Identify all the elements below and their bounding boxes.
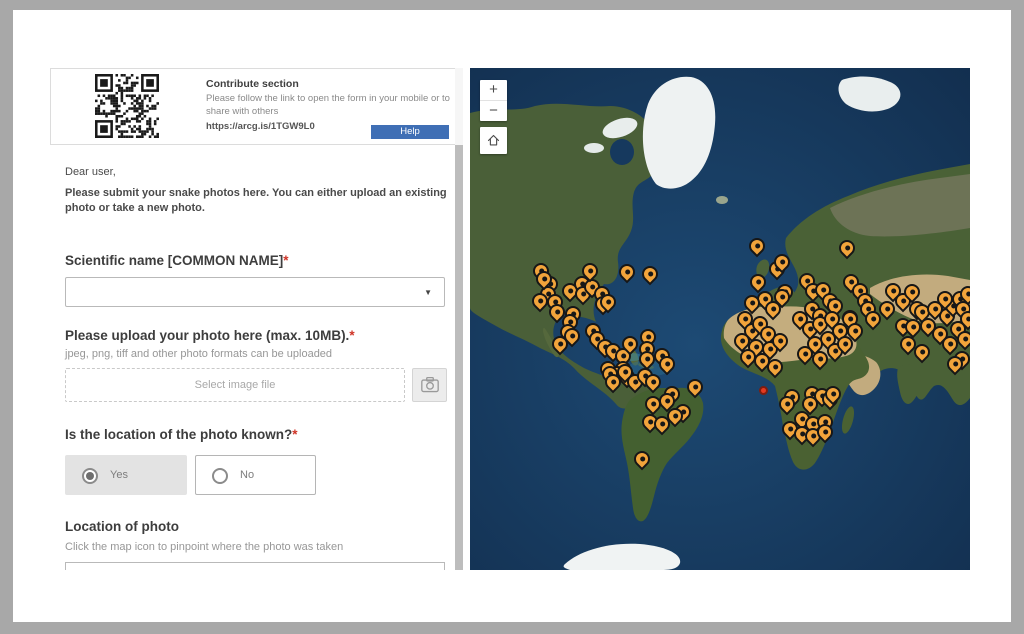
required-asterisk: *: [283, 253, 288, 268]
required-asterisk: *: [349, 328, 354, 343]
zoom-out-button[interactable]: −: [480, 101, 507, 121]
radio-unselected-icon: [212, 468, 228, 484]
chevron-down-icon: ▼: [424, 288, 432, 297]
radio-selected-icon: [82, 468, 98, 484]
camera-button[interactable]: [412, 368, 447, 402]
photo-upload-hint: jpeg, png, tiff and other photo formats …: [65, 348, 332, 360]
survey-page: Contribute section Please follow the lin…: [0, 0, 1024, 634]
form-scrollbar[interactable]: [455, 68, 463, 570]
scientific-name-label: Scientific name [COMMON NAME]*: [65, 253, 289, 268]
option-yes[interactable]: Yes: [65, 455, 187, 495]
camera-icon: [420, 376, 440, 394]
qr-code-icon: [95, 74, 159, 138]
map-pin[interactable]: [631, 448, 654, 471]
home-button[interactable]: [480, 127, 507, 154]
scientific-name-select[interactable]: ▼: [65, 277, 445, 307]
location-of-photo-hint: Click the map icon to pinpoint where the…: [65, 541, 343, 553]
form-scrollbar-thumb[interactable]: [455, 145, 463, 570]
contribute-description: Please follow the link to open the form …: [206, 93, 456, 119]
required-asterisk: *: [292, 427, 297, 442]
map-pin[interactable]: [836, 237, 859, 260]
photo-upload-label: Please upload your photo here (max. 10MB…: [65, 328, 355, 343]
zoom-in-button[interactable]: +: [480, 80, 507, 100]
highlight-point[interactable]: [759, 386, 768, 395]
photo-upload-label-text: Please upload your photo here (max. 10MB…: [65, 328, 349, 343]
contribute-title: Contribute section: [206, 78, 456, 90]
map-pin[interactable]: [616, 261, 639, 284]
contribute-text-block: Contribute section Please follow the lin…: [206, 78, 456, 132]
map-pin[interactable]: [746, 235, 769, 258]
contribute-card: Contribute section Please follow the lin…: [50, 68, 462, 145]
select-image-file-button[interactable]: Select image file: [65, 368, 405, 402]
option-no-label: No: [240, 469, 254, 481]
intro-text: Please submit your snake photos here. Yo…: [65, 186, 455, 217]
location-known-label-text: Is the location of the photo known?: [65, 427, 292, 442]
map-pin[interactable]: [684, 376, 707, 399]
map-pin[interactable]: [639, 263, 662, 286]
scientific-name-label-text: Scientific name [COMMON NAME]: [65, 253, 283, 268]
option-no[interactable]: No: [195, 455, 316, 495]
option-yes-label: Yes: [110, 469, 128, 481]
map-pins: [470, 68, 970, 570]
greeting-text: Dear user,: [65, 166, 116, 178]
map-zoom-controls: + −: [480, 80, 507, 121]
home-icon: [486, 133, 501, 148]
help-button[interactable]: Help: [371, 125, 449, 139]
qr-code-svg: [95, 74, 159, 138]
map-canvas[interactable]: + −: [470, 68, 970, 570]
location-of-photo-label: Location of photo: [65, 519, 179, 534]
location-known-label: Is the location of the photo known?*: [65, 427, 298, 442]
location-input-partial[interactable]: [65, 562, 445, 570]
